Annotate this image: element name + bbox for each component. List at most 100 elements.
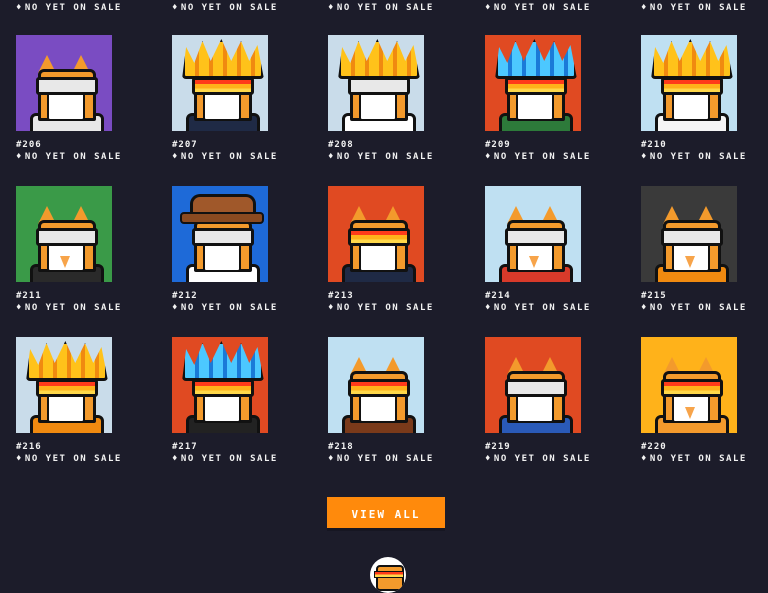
visor bbox=[348, 379, 410, 397]
nft-id: #210 bbox=[641, 140, 667, 150]
pizza-slice bbox=[685, 407, 695, 419]
nft-id: #206 bbox=[16, 140, 42, 150]
nft-image[interactable] bbox=[641, 186, 737, 282]
sale-status: ♦ NO YET ON SALE bbox=[328, 302, 468, 315]
status-bullet-icon: ♦ bbox=[641, 152, 648, 162]
visor bbox=[505, 379, 567, 397]
nft-image[interactable] bbox=[485, 337, 581, 433]
nft-image[interactable] bbox=[172, 186, 268, 282]
sale-status: ♦ NO YET ON SALE bbox=[485, 453, 625, 466]
status-bullet-icon: ♦ bbox=[172, 454, 179, 464]
status-text: NO YET ON SALE bbox=[180, 303, 278, 313]
nft-id: #212 bbox=[172, 291, 198, 301]
status-text: NO YET ON SALE bbox=[24, 3, 122, 13]
visor bbox=[36, 77, 98, 95]
nft-card[interactable]: #217 ♦ NO YET ON SALE bbox=[172, 337, 312, 466]
nft-card[interactable]: #220 ♦ NO YET ON SALE bbox=[641, 337, 768, 466]
nft-card[interactable]: #215 ♦ NO YET ON SALE bbox=[641, 186, 768, 315]
sale-status: ♦ NO YET ON SALE bbox=[485, 302, 625, 315]
nft-id: #207 bbox=[172, 140, 198, 150]
status-text: NO YET ON SALE bbox=[493, 303, 591, 313]
nft-card[interactable]: #219 ♦ NO YET ON SALE bbox=[485, 337, 625, 466]
nft-id: #208 bbox=[328, 140, 354, 150]
nft-image[interactable] bbox=[172, 35, 268, 131]
status-bullet-icon: ♦ bbox=[328, 454, 335, 464]
pizza-slice bbox=[60, 256, 70, 268]
view-all-button[interactable]: VIEW ALL bbox=[327, 497, 445, 531]
status-bullet-icon: ♦ bbox=[485, 152, 492, 162]
sale-status: ♦ NO YET ON SALE bbox=[485, 151, 625, 164]
sale-status: ♦ NO YET ON SALE bbox=[328, 453, 468, 466]
nft-image[interactable] bbox=[485, 186, 581, 282]
status-text: NO YET ON SALE bbox=[336, 152, 434, 162]
nft-id: #209 bbox=[485, 140, 511, 150]
logo-visor bbox=[374, 571, 404, 578]
sale-status: ♦ NO YET ON SALE bbox=[172, 151, 312, 164]
status-bullet-icon: ♦ bbox=[328, 303, 335, 313]
nft-card[interactable]: #211 ♦ NO YET ON SALE bbox=[16, 186, 156, 315]
status-bullet-icon: ♦ bbox=[16, 3, 23, 13]
status-text: NO YET ON SALE bbox=[180, 454, 278, 464]
status-bullet-icon: ♦ bbox=[172, 303, 179, 313]
nft-card[interactable]: #214 ♦ NO YET ON SALE bbox=[485, 186, 625, 315]
status-bullet-icon: ♦ bbox=[641, 3, 648, 13]
logo-head bbox=[376, 565, 404, 591]
nft-card[interactable]: #207 ♦ NO YET ON SALE bbox=[172, 35, 312, 164]
nft-id: #216 bbox=[16, 442, 42, 452]
nft-card[interactable]: #209 ♦ NO YET ON SALE bbox=[485, 35, 625, 164]
visor bbox=[661, 228, 723, 246]
nft-image[interactable] bbox=[16, 337, 112, 433]
sale-status: ♦ NO YET ON SALE bbox=[16, 2, 122, 15]
nft-id: #211 bbox=[16, 291, 42, 301]
status-text: NO YET ON SALE bbox=[24, 454, 122, 464]
sale-status: ♦ NO YET ON SALE bbox=[172, 2, 278, 15]
nft-image[interactable] bbox=[641, 35, 737, 131]
nft-image[interactable] bbox=[485, 35, 581, 131]
nft-id: #217 bbox=[172, 442, 198, 452]
pizza-slice bbox=[529, 256, 539, 268]
nft-image[interactable] bbox=[172, 337, 268, 433]
visor bbox=[192, 228, 254, 246]
nft-image[interactable] bbox=[328, 35, 424, 131]
nft-card[interactable]: #218 ♦ NO YET ON SALE bbox=[328, 337, 468, 466]
nft-card[interactable]: #216 ♦ NO YET ON SALE bbox=[16, 337, 156, 466]
shiba-logo-icon[interactable] bbox=[370, 557, 406, 593]
status-text: NO YET ON SALE bbox=[649, 303, 747, 313]
status-bullet-icon: ♦ bbox=[172, 3, 179, 13]
sale-status: ♦ NO YET ON SALE bbox=[172, 302, 312, 315]
status-text: NO YET ON SALE bbox=[649, 454, 747, 464]
nft-image[interactable] bbox=[641, 337, 737, 433]
nft-id: #219 bbox=[485, 442, 511, 452]
visor bbox=[36, 228, 98, 246]
pizza-slice bbox=[685, 256, 695, 268]
visor bbox=[36, 379, 98, 397]
nft-card[interactable]: #210 ♦ NO YET ON SALE bbox=[641, 35, 768, 164]
visor bbox=[661, 379, 723, 397]
sale-status: ♦ NO YET ON SALE bbox=[16, 453, 156, 466]
status-text: NO YET ON SALE bbox=[336, 454, 434, 464]
nft-card[interactable]: #213 ♦ NO YET ON SALE bbox=[328, 186, 468, 315]
nft-card[interactable]: #212 ♦ NO YET ON SALE bbox=[172, 186, 312, 315]
nft-id: #220 bbox=[641, 442, 667, 452]
sale-status: ♦ NO YET ON SALE bbox=[328, 151, 468, 164]
status-bullet-icon: ♦ bbox=[16, 303, 23, 313]
visor bbox=[192, 77, 254, 95]
nft-id: #215 bbox=[641, 291, 667, 301]
status-bullet-icon: ♦ bbox=[485, 454, 492, 464]
nft-image[interactable] bbox=[328, 186, 424, 282]
status-text: NO YET ON SALE bbox=[649, 3, 747, 13]
nft-image[interactable] bbox=[16, 186, 112, 282]
visor bbox=[661, 77, 723, 95]
nft-card[interactable]: #206 ♦ NO YET ON SALE bbox=[16, 35, 156, 164]
sale-status: ♦ NO YET ON SALE bbox=[641, 453, 768, 466]
status-bullet-icon: ♦ bbox=[328, 152, 335, 162]
status-text: NO YET ON SALE bbox=[649, 152, 747, 162]
nft-image[interactable] bbox=[328, 337, 424, 433]
status-bullet-icon: ♦ bbox=[172, 152, 179, 162]
status-bullet-icon: ♦ bbox=[16, 152, 23, 162]
nft-card[interactable]: #208 ♦ NO YET ON SALE bbox=[328, 35, 468, 164]
sale-status: ♦ NO YET ON SALE bbox=[485, 2, 591, 15]
visor bbox=[348, 228, 410, 246]
nft-id: #214 bbox=[485, 291, 511, 301]
nft-image[interactable] bbox=[16, 35, 112, 131]
